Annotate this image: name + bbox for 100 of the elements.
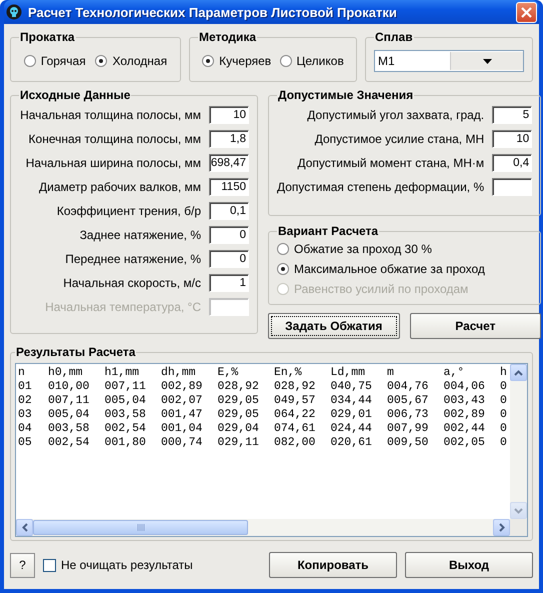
- table-cell-text: 005,67: [387, 394, 430, 408]
- table-cell-text: 024,44: [330, 422, 373, 436]
- input-field[interactable]: [209, 298, 249, 316]
- action-button[interactable]: Задать Обжатия: [268, 313, 400, 339]
- column-header: h0,mm: [48, 366, 84, 380]
- radio-button[interactable]: [24, 54, 36, 66]
- radio-button[interactable]: [202, 54, 214, 66]
- scroll-left-icon[interactable]: [22, 523, 28, 532]
- table-cell-text: 000,74: [161, 436, 204, 450]
- table-cell-text: 029,01: [330, 408, 373, 422]
- table-cell-text: 05: [18, 436, 33, 450]
- close-button[interactable]: [516, 2, 537, 22]
- table-cell-text: 064,22: [274, 408, 316, 422]
- field-label: Переднее натяжение, %: [65, 252, 201, 266]
- field-label: Допустимый момент стана, МН·м: [297, 156, 484, 170]
- table-cell-text: 04: [18, 422, 33, 436]
- scrollbar-corner: [510, 519, 527, 536]
- checkbox[interactable]: [43, 558, 56, 572]
- input-field[interactable]: [492, 178, 532, 196]
- table-cell-text: 003,43: [444, 394, 486, 408]
- column-header: a,°: [444, 366, 466, 380]
- radio-button[interactable]: [95, 54, 108, 66]
- table-cell-text: 001,04: [161, 422, 204, 436]
- table-cell-text: 006,73: [387, 408, 430, 422]
- radio-option[interactable]: Кучеряев: [202, 54, 272, 68]
- table-cell-text: 0: [500, 436, 508, 450]
- table-cell-text: 034,44: [330, 394, 373, 408]
- alloy-dropdown[interactable]: М1: [374, 50, 524, 72]
- radio-option[interactable]: Максимальное обжатие за проход: [277, 262, 532, 276]
- keep-results-checkbox[interactable]: Не очищать результаты: [43, 558, 261, 572]
- radio-option[interactable]: Холодная: [95, 54, 168, 68]
- table-cell-text: 002,07: [161, 394, 204, 408]
- radio-button[interactable]: [277, 243, 289, 255]
- input-field[interactable]: 5: [492, 106, 532, 124]
- field-label: Коэффициент трения, б/р: [56, 204, 201, 218]
- table-cell-text: 028,92: [274, 380, 316, 394]
- vertical-scrollbar[interactable]: [510, 364, 527, 519]
- table-cell-text: 007,99: [387, 422, 430, 436]
- table-cell-text: 02: [18, 394, 33, 408]
- input-field[interactable]: 0: [209, 250, 249, 268]
- scroll-thumb[interactable]: [33, 520, 248, 535]
- table-cell-text: 002,89: [161, 380, 204, 394]
- column-header: n: [18, 366, 26, 380]
- radio-option[interactable]: Целиков: [280, 54, 344, 68]
- column-header: E,%: [218, 366, 240, 380]
- field-label: Допустимый угол захвата, град.: [307, 108, 484, 122]
- input-field[interactable]: 10: [209, 106, 249, 124]
- action-button[interactable]: Расчет: [410, 313, 542, 339]
- table-cell-text: 001,80: [104, 436, 147, 450]
- field-label: Начальная скорость, м/с: [63, 276, 201, 290]
- input-field[interactable]: 1,8: [209, 130, 249, 148]
- input-field[interactable]: 698,47: [209, 154, 249, 172]
- table-cell-text: 005,04: [104, 394, 147, 408]
- help-button[interactable]: ?: [10, 552, 35, 578]
- column-header: En,%: [274, 366, 303, 380]
- input-field[interactable]: 0,4: [492, 154, 532, 172]
- table-cell-text: 029,04: [218, 422, 260, 436]
- input-field[interactable]: 0: [209, 226, 249, 244]
- column-header: dh,mm: [161, 366, 197, 380]
- table-cell-text: 003,58: [104, 408, 147, 422]
- input-field[interactable]: 10: [492, 130, 532, 148]
- scroll-up-icon[interactable]: [514, 370, 523, 376]
- table-cell-text: 001,47: [161, 408, 204, 422]
- field-label: Допустимая степень деформации, %: [277, 180, 484, 194]
- radio-button[interactable]: [277, 263, 289, 275]
- table-cell-text: 029,05: [218, 394, 260, 408]
- table-cell-text: 002,44: [444, 422, 486, 436]
- skull-icon: [6, 4, 22, 20]
- input-field[interactable]: 1: [209, 274, 249, 292]
- table-cell-text: 0: [500, 422, 508, 436]
- radio-option[interactable]: Обжатие за проход 30 %: [277, 242, 532, 256]
- input-field[interactable]: 0,1: [209, 202, 249, 220]
- table-cell-text: 004,06: [444, 380, 486, 394]
- table-cell-text: 020,61: [330, 436, 373, 450]
- table-cell-text: 040,75: [330, 380, 373, 394]
- input-field[interactable]: 1150: [209, 178, 249, 196]
- table-cell-text: 002,89: [444, 408, 486, 422]
- table-cell-text: 0: [500, 394, 508, 408]
- dropdown-arrow-icon: [482, 58, 492, 64]
- column-header: h: [500, 366, 508, 380]
- group-title: Допустимые Значения: [277, 88, 414, 102]
- radio-option[interactable]: Горячая: [24, 54, 86, 68]
- table-cell-text: 009,50: [387, 436, 430, 450]
- scroll-right-icon[interactable]: [498, 523, 504, 532]
- table-cell-text: 01: [18, 380, 33, 394]
- group-title: Исходные Данные: [19, 88, 132, 102]
- window-title: Расчет Технологических Параметров Листовой Прокатки: [28, 4, 398, 20]
- column-header: h1,mm: [104, 366, 140, 380]
- table-cell-text: 082,00: [274, 436, 316, 450]
- table-cell-text: 002,54: [48, 436, 90, 450]
- action-button[interactable]: Копировать: [269, 552, 397, 578]
- table-cell-text: 029,11: [218, 436, 260, 450]
- action-button[interactable]: Выход: [405, 552, 533, 578]
- field-label: Диаметр рабочих валков, мм: [39, 180, 201, 194]
- column-header: Ld,mm: [330, 366, 366, 380]
- field-label: Начальная толщина полосы, мм: [20, 108, 201, 122]
- horizontal-scrollbar[interactable]: [16, 519, 510, 536]
- field-label: Конечная толщина полосы, мм: [28, 132, 201, 146]
- column-header: m: [387, 366, 395, 380]
- radio-button[interactable]: [280, 54, 292, 66]
